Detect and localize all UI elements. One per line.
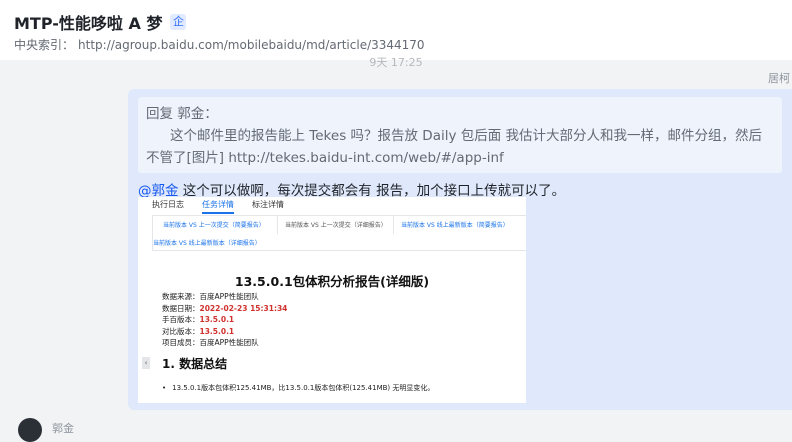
chat-header: MTP-性能哆啦 A 梦 企 中央索引： http://agroup.baidu.… <box>0 0 792 60</box>
next-sender-name[interactable]: 郭金 <box>52 420 74 436</box>
meta-label: 手百版本： <box>162 315 200 324</box>
report-title: 13.5.0.1包体积分析报告(详细版) <box>234 274 430 289</box>
quote-text: 这个邮件里的报告能上 Tekes 吗？报告放 Daily 包后面 我估计大部分人… <box>170 128 763 144</box>
report-subtabs: 当前版本 VS 上一次提交（简要报告） 当前版本 VS 上一次提交（详细报告） … <box>152 215 526 251</box>
reply-text: @郭金 这个可以做啊，每次提交都会有 报告，加个接口上传就可以了。 <box>138 179 565 199</box>
message-bubble[interactable]: 回复 郭金： 这个邮件里的报告能上 Tekes 吗？报告放 Daily 包后面 … <box>128 89 792 410</box>
meta-value: 百度APP性能团队 <box>199 338 259 347</box>
meta-row: 数据日期：2022-02-23 15:31:34 <box>162 303 287 315</box>
report-tabs: 执行日志 任务详情 标注详情 <box>152 199 284 214</box>
subtab-divider <box>393 216 394 234</box>
collapse-handle-icon: ‹ <box>142 357 150 369</box>
subtab-brief-prev: 当前版本 VS 上一次提交（简要报告） <box>163 222 265 229</box>
meta-value: 百度APP性能团队 <box>199 292 259 301</box>
avatar[interactable] <box>18 418 42 442</box>
meta-row: 项目成员：百度APP性能团队 <box>162 337 287 349</box>
meta-label: 数据来源： <box>162 292 200 301</box>
subtab-divider <box>277 216 278 234</box>
tab-annotation-details: 标注详情 <box>252 200 284 209</box>
quote-header: 回复 郭金： <box>146 106 218 122</box>
sender-name[interactable]: 居柯 <box>768 70 790 86</box>
subtab-detail-prev: 当前版本 VS 上一次提交（详细报告） <box>285 222 387 229</box>
meta-row: 手百版本：13.5.0.1 <box>162 314 287 326</box>
meta-label: 数据日期： <box>162 303 200 313</box>
enterprise-badge: 企 <box>170 14 187 30</box>
meta-value: 13.5.0.1 <box>199 326 235 336</box>
tab-execution-log: 执行日志 <box>152 200 184 209</box>
subtab-detail-online: 当前版本 VS 线上最新版本（详细报告） <box>153 240 261 247</box>
meta-row: 对比版本：13.5.0.1 <box>162 326 287 338</box>
meta-label: 对比版本： <box>162 326 200 336</box>
index-label: 中央索引： <box>14 38 75 52</box>
quote-text-continued: 不管了[图片] http://tekes.baidu-int.com/web/#… <box>146 150 504 166</box>
summary-bullet: 13.5.0.1版本包体积125.41MB，比13.5.0.1版本包体积(125… <box>162 383 434 393</box>
section-title: 1. 数据总结 <box>162 357 228 371</box>
meta-label: 项目成员： <box>162 338 200 347</box>
tab-task-details: 任务详情 <box>202 199 234 214</box>
report-meta: 数据来源：百度APP性能团队 数据日期：2022-02-23 15:31:34 … <box>162 291 287 349</box>
quoted-reply[interactable]: 回复 郭金： 这个邮件里的报告能上 Tekes 吗？报告放 Daily 包后面 … <box>138 97 782 173</box>
chat-title[interactable]: MTP-性能哆啦 A 梦 <box>14 10 162 34</box>
embedded-report-image[interactable]: 执行日志 任务详情 标注详情 当前版本 VS 上一次提交（简要报告） 当前版本 … <box>138 197 526 403</box>
index-line: 中央索引： http://agroup.baidu.com/mobilebaidu… <box>14 36 425 53</box>
index-link[interactable]: http://agroup.baidu.com/mobilebaidu/md/a… <box>78 38 425 52</box>
meta-value: 2022-02-23 15:31:34 <box>199 303 288 313</box>
message-timestamp: 9天 17:25 <box>369 56 423 69</box>
subtab-brief-online: 当前版本 VS 线上最新版本（简要报告） <box>401 222 509 229</box>
chat-title-row: MTP-性能哆啦 A 梦 企 <box>14 10 187 34</box>
meta-row: 数据来源：百度APP性能团队 <box>162 291 287 303</box>
meta-value: 13.5.0.1 <box>199 315 235 324</box>
